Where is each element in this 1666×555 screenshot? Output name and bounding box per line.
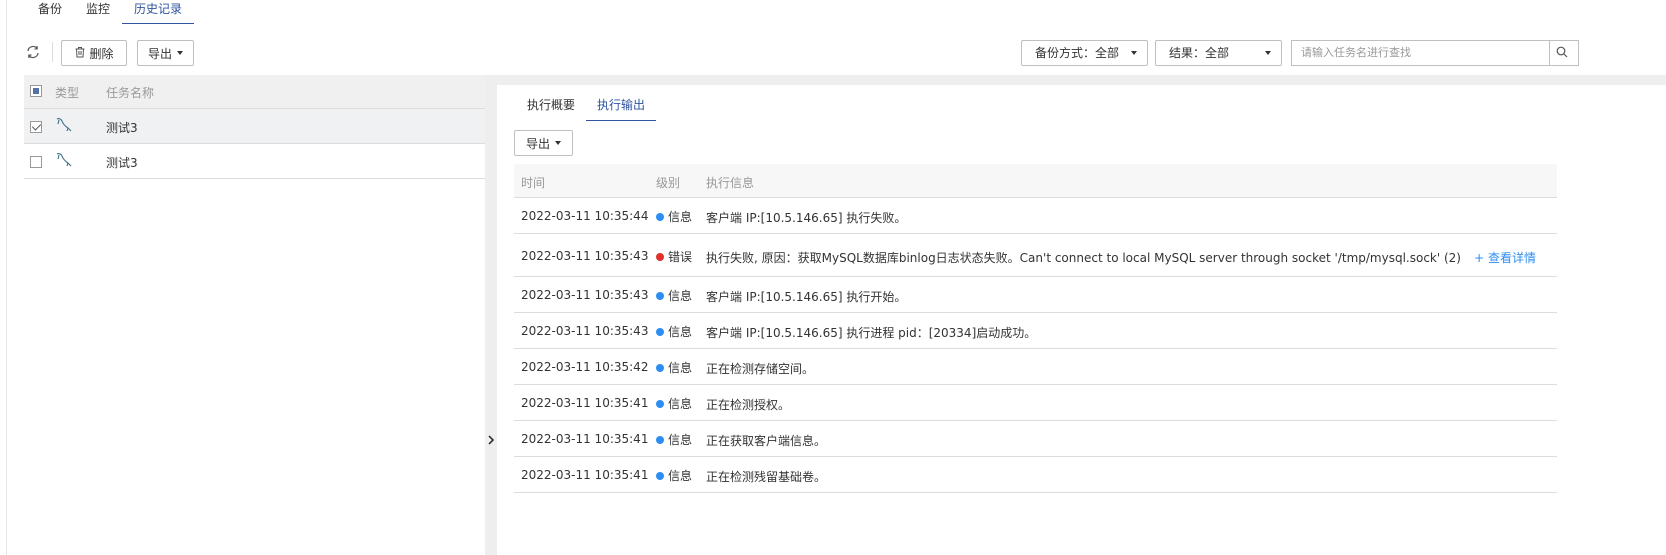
log-level-text: 错误 — [668, 250, 693, 264]
table-row[interactable]: 测试3 — [24, 109, 485, 144]
log-message: 客户端 IP:[10.5.146.65] 执行进程 pid：[20334]启动成… — [706, 326, 1037, 340]
task-name: 测试3 — [106, 156, 138, 170]
log-level: 信息 — [656, 287, 692, 304]
table-row: 2022-03-11 10:35:43 错误 执行失败, 原因：获取MySQL数… — [514, 234, 1557, 277]
column-task-name: 任务名称 — [106, 86, 155, 100]
status-dot — [656, 291, 664, 300]
column-time: 时间 — [521, 176, 546, 190]
status-dot — [656, 435, 664, 444]
tab-history[interactable]: 历史记录 — [122, 0, 195, 24]
status-dot — [656, 399, 664, 408]
log-level-text: 信息 — [668, 289, 693, 303]
table-row: 2022-03-11 10:35:41 信息 正在检测授权。 — [514, 385, 1557, 421]
log-time: 2022-03-11 10:35:41 — [521, 468, 649, 482]
select-all-checkbox[interactable] — [30, 85, 42, 97]
view-detail-link[interactable]: + 查看详情 — [1474, 249, 1536, 266]
log-level-text: 信息 — [668, 469, 693, 483]
log-message: 客户端 IP:[10.5.146.65] 执行开始。 — [706, 290, 907, 304]
row-checkbox[interactable] — [30, 156, 42, 168]
backup-method-value: 备份方式：全部 — [1035, 46, 1120, 60]
log-table-header: 时间 级别 执行信息 — [514, 164, 1557, 198]
log-level: 信息 — [656, 208, 692, 225]
table-row[interactable]: 测试3 — [24, 144, 485, 179]
export-label: 导出 — [525, 136, 550, 151]
panel-divider[interactable] — [485, 75, 497, 555]
search-icon — [1556, 46, 1568, 61]
top-tab-bar: 备份 监控 历史记录 — [26, 0, 195, 24]
chevron-down-icon — [1265, 51, 1271, 55]
log-level: 信息 — [656, 359, 692, 376]
log-message: 客户端 IP:[10.5.146.65] 执行失败。 — [706, 211, 907, 225]
detail-tab-bar: 执行概要 执行输出 — [516, 95, 657, 121]
column-type: 类型 — [55, 86, 80, 100]
log-level-text: 信息 — [668, 361, 693, 375]
log-message: 正在检测存储空间。 — [706, 362, 815, 376]
log-message: 正在检测授权。 — [706, 398, 791, 412]
status-dot — [656, 252, 664, 261]
task-name: 测试3 — [106, 121, 138, 135]
table-row: 2022-03-11 10:35:44 信息 客户端 IP:[10.5.146.… — [514, 198, 1557, 234]
backup-method-select[interactable]: 备份方式：全部 — [1021, 40, 1148, 66]
log-time: 2022-03-11 10:35:43 — [521, 324, 649, 338]
table-row: 2022-03-11 10:35:41 信息 正在获取客户端信息。 — [514, 421, 1557, 457]
column-level: 级别 — [656, 176, 681, 190]
log-level-text: 信息 — [668, 397, 693, 411]
table-row: 2022-03-11 10:35:43 信息 客户端 IP:[10.5.146.… — [514, 277, 1557, 313]
result-value: 结果：全部 — [1169, 46, 1230, 60]
log-time: 2022-03-11 10:35:43 — [521, 249, 649, 263]
log-level-text: 信息 — [668, 433, 693, 447]
export-label: 导出 — [147, 46, 172, 61]
chevron-down-icon — [1131, 51, 1137, 55]
table-row: 2022-03-11 10:35:42 信息 正在检测存储空间。 — [514, 349, 1557, 385]
chevron-right-icon[interactable] — [487, 434, 495, 446]
log-level: 错误 — [656, 248, 692, 265]
panel-top-strip — [497, 75, 1666, 85]
log-message: 正在获取客户端信息。 — [706, 434, 827, 448]
log-level-text: 信息 — [668, 325, 693, 339]
log-table: 时间 级别 执行信息 2022-03-11 10:35:44 信息 客户端 IP… — [514, 164, 1557, 493]
task-table: 类型 任务名称 测试3 测试3 — [24, 75, 485, 555]
table-row: 2022-03-11 10:35:43 信息 客户端 IP:[10.5.146.… — [514, 313, 1557, 349]
log-level: 信息 — [656, 467, 692, 484]
log-time: 2022-03-11 10:35:43 — [521, 288, 649, 302]
log-time: 2022-03-11 10:35:41 — [521, 396, 649, 410]
status-dot — [656, 212, 664, 221]
row-checkbox[interactable] — [30, 121, 42, 133]
left-border — [6, 0, 7, 555]
trash-icon — [74, 46, 86, 61]
log-time: 2022-03-11 10:35:41 — [521, 432, 649, 446]
tab-monitor[interactable]: 监控 — [74, 0, 122, 24]
log-level: 信息 — [656, 395, 692, 412]
log-level-text: 信息 — [668, 210, 693, 224]
search-input[interactable]: 请输入任务名进行查找 — [1291, 40, 1549, 66]
delete-label: 删除 — [89, 46, 114, 61]
log-time: 2022-03-11 10:35:44 — [521, 209, 649, 223]
export-button[interactable]: 导出 — [137, 40, 194, 66]
log-message: 正在检测残留基础卷。 — [706, 470, 827, 484]
column-message: 执行信息 — [706, 176, 755, 190]
log-message: 执行失败, 原因：获取MySQL数据库binlog日志状态失败。Can't co… — [706, 251, 1461, 265]
table-row: 2022-03-11 10:35:41 信息 正在检测残留基础卷。 — [514, 457, 1557, 493]
tab-output[interactable]: 执行输出 — [586, 95, 657, 121]
status-dot — [656, 471, 664, 480]
status-dot — [656, 327, 664, 336]
log-level: 信息 — [656, 431, 692, 448]
log-level: 信息 — [656, 323, 692, 340]
delete-button[interactable]: 删除 — [61, 40, 127, 66]
chevron-down-icon — [177, 51, 183, 55]
status-dot — [656, 363, 664, 372]
search-button[interactable] — [1549, 40, 1579, 66]
refresh-icon[interactable] — [24, 43, 42, 61]
mysql-dolphin-icon — [55, 116, 73, 137]
tab-summary[interactable]: 执行概要 — [516, 95, 586, 121]
log-time: 2022-03-11 10:35:42 — [521, 360, 649, 374]
detail-export-button[interactable]: 导出 — [514, 130, 573, 156]
toolbar: 删除 导出 备份方式：全部 结果：全部 请输入任务名进行查找 — [22, 40, 1666, 66]
toolbar-divider — [52, 42, 53, 62]
tab-backup[interactable]: 备份 — [26, 0, 74, 24]
task-table-header: 类型 任务名称 — [24, 75, 485, 109]
chevron-down-icon — [555, 141, 561, 145]
mysql-dolphin-icon — [55, 151, 73, 172]
result-select[interactable]: 结果：全部 — [1155, 40, 1282, 66]
